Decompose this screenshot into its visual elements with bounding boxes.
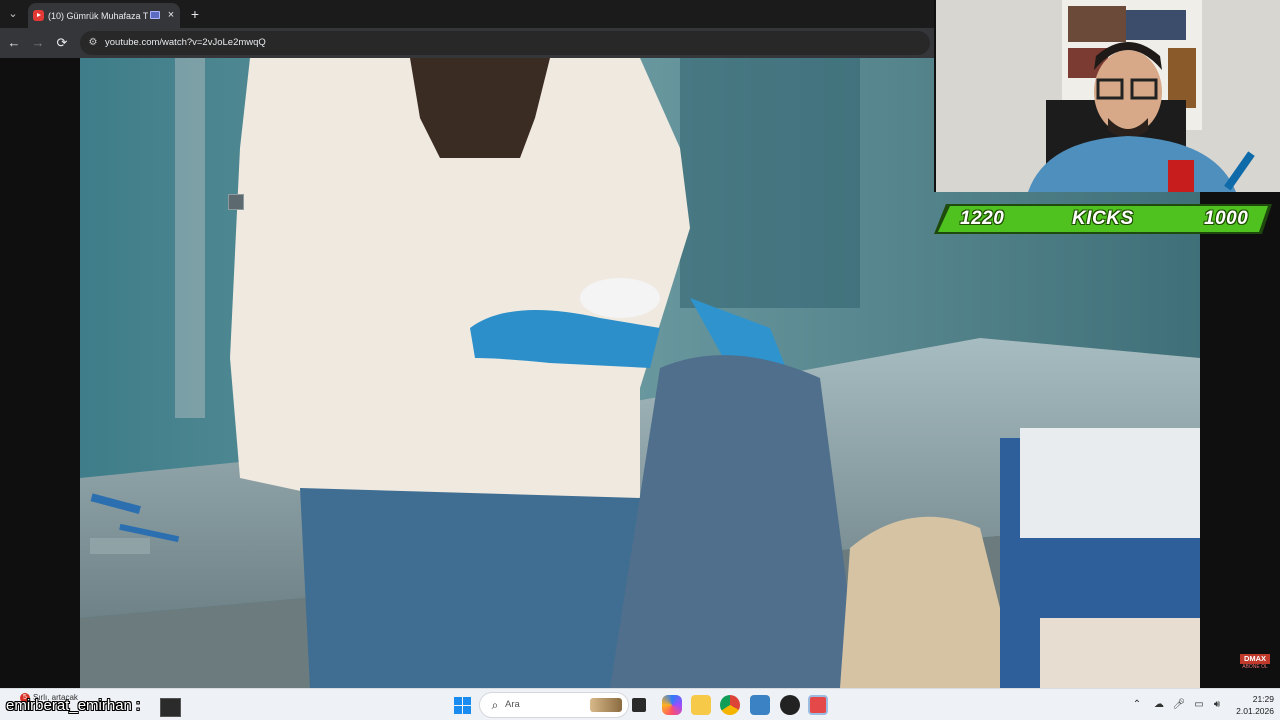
file-explorer-icon[interactable] <box>691 695 711 715</box>
task-view-icon[interactable] <box>632 698 646 712</box>
cloud-icon[interactable]: ☁ <box>1152 697 1166 713</box>
score-left: 1220 <box>960 208 1005 229</box>
chat-username: emirberat_emirhan : <box>6 697 141 714</box>
system-clock[interactable]: 21:29 2.01.2026 <box>1226 693 1274 717</box>
chat-avatar <box>160 698 181 717</box>
snipping-tool-icon[interactable] <box>750 695 770 715</box>
score-right: 1000 <box>1204 208 1249 229</box>
back-button[interactable]: ← <box>4 33 24 53</box>
search-highlight-image <box>590 698 622 712</box>
search-placeholder: Ara <box>505 699 520 710</box>
channel-watermark[interactable]: DMAX ABONE OL <box>1240 654 1270 672</box>
new-tab-button[interactable]: + <box>186 5 204 23</box>
address-bar[interactable]: ⚙ youtube.com/watch?v=2vJoLe2mwqQ <box>80 31 930 55</box>
recording-app-icon[interactable] <box>808 695 828 715</box>
score-label: KICKS <box>1072 208 1134 229</box>
taskbar-search[interactable]: ⌕ Ara <box>479 692 629 718</box>
browser-toolbar: ← → ⟳ ⚙ youtube.com/watch?v=2vJoLe2mwqQ <box>0 28 934 58</box>
chrome-icon[interactable] <box>720 695 740 715</box>
subscribe-label: ABONE OL <box>1242 664 1268 670</box>
channel-thumbnail <box>228 194 244 210</box>
webcam-image <box>936 0 1280 192</box>
windows-start-icon[interactable] <box>454 697 471 714</box>
copilot-icon[interactable] <box>662 695 682 715</box>
dmax-logo: DMAX <box>1240 654 1270 664</box>
url-text[interactable]: youtube.com/watch?v=2vJoLe2mwqQ <box>105 36 266 50</box>
volume-icon[interactable]: 🔊︎ <box>1210 697 1224 713</box>
cast-icon <box>150 11 160 19</box>
youtube-favicon-icon <box>33 10 44 21</box>
tab-search-icon[interactable]: ⌄ <box>4 5 22 23</box>
microphone-icon[interactable]: 🎤︎ <box>1172 697 1186 713</box>
clock-time: 21:29 <box>1252 694 1274 704</box>
site-info-icon[interactable]: ⚙ <box>86 36 100 50</box>
tab-strip: ⌄ (10) Gümrük Muhafaza Tür × + <box>0 0 934 28</box>
windows-taskbar: 5 Sırlı, artacak emirberat_emirhan : ⌕ A… <box>0 688 1280 720</box>
webcam-overlay <box>934 0 1280 192</box>
tray-overflow-icon[interactable]: ⌃ <box>1130 697 1144 713</box>
reload-button[interactable]: ⟳ <box>52 33 72 53</box>
obs-icon[interactable] <box>780 695 800 715</box>
network-icon[interactable]: ▭ <box>1192 697 1206 713</box>
tab-close-icon[interactable]: × <box>164 7 178 23</box>
search-icon: ⌕ <box>491 698 499 712</box>
kicks-score-bar: 1220 KICKS 1000 <box>934 204 1272 234</box>
tab-active[interactable]: (10) Gümrük Muhafaza Tür × <box>28 3 180 28</box>
browser-chrome: ⌄ (10) Gümrük Muhafaza Tür × + ← → ⟳ ⚙ y… <box>0 0 934 58</box>
clock-date: 2.01.2026 <box>1236 706 1274 716</box>
forward-button[interactable]: → <box>28 33 48 53</box>
tab-title: (10) Gümrük Muhafaza Tür <box>48 11 148 21</box>
